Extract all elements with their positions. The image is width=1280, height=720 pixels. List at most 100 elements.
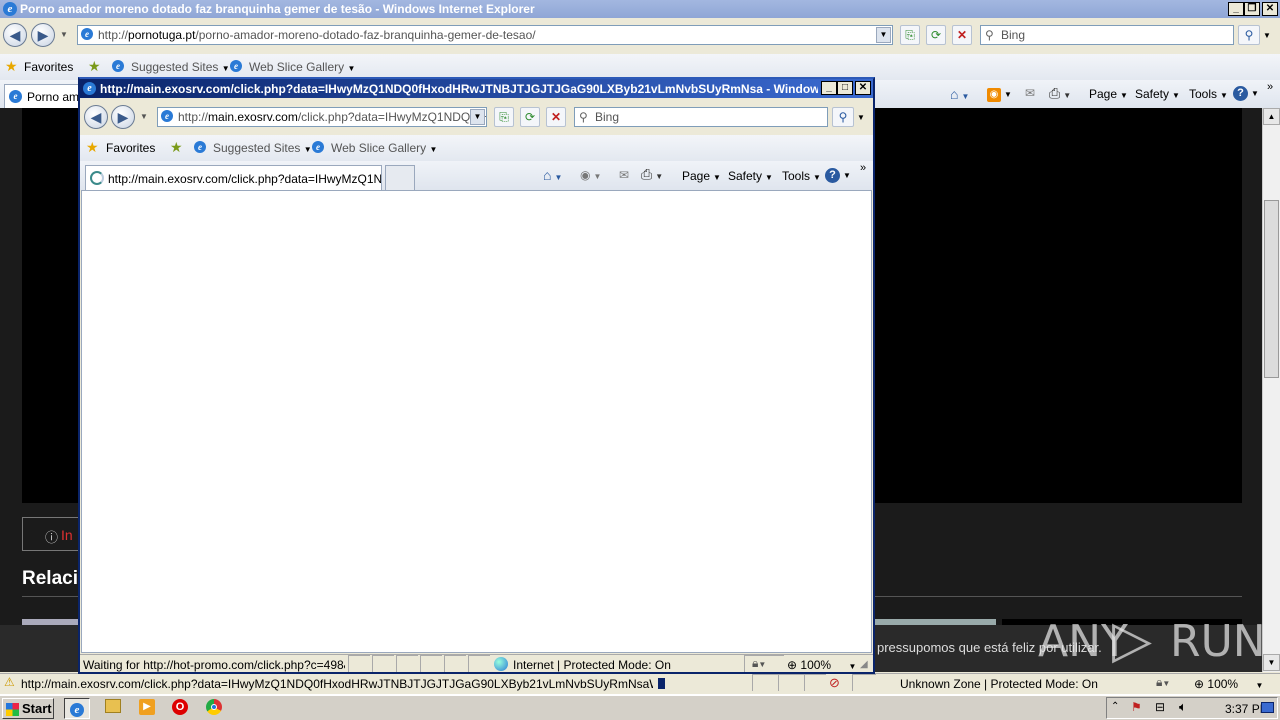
taskbar-ie-icon: e (70, 703, 84, 717)
main-status-bar: ⚠ http://main.exosrv.com/click.php?data=… (0, 673, 1280, 692)
web-slice-icon: e (230, 60, 242, 72)
popup-favorites-button[interactable]: Favorites (106, 141, 155, 155)
popup-print-icon[interactable]: ⎙ ▼ (641, 166, 663, 183)
popup-nav-dropdown-icon[interactable]: ▼ (140, 112, 148, 121)
search-dropdown-icon[interactable]: ▼ (1263, 31, 1271, 40)
restore-button[interactable]: ❐ (1244, 2, 1260, 16)
tray-flag-icon[interactable]: ⚑ (1131, 700, 1142, 714)
main-status-zone: Unknown Zone | Protected Mode: On (900, 677, 1098, 691)
tab-main[interactable]: e Porno ama (4, 84, 84, 108)
minimize-button[interactable]: _ (1228, 2, 1244, 16)
anyrun-watermark: ANY ▷ RUN (1038, 610, 1266, 670)
print-icon[interactable]: ⎙ ▼ (1049, 85, 1071, 102)
address-bar[interactable]: e http://pornotuga.pt/porno-amador-moren… (77, 25, 893, 45)
compatibility-icon[interactable]: ⎘ (900, 25, 920, 45)
help-icon[interactable]: ? ▼ (1233, 85, 1259, 101)
popup-title-bar[interactable]: e http://main.exosrv.com/click.php?data=… (80, 79, 873, 98)
vertical-scrollbar[interactable]: ▲ ▼ (1262, 108, 1280, 672)
show-desktop-icon[interactable] (1261, 702, 1274, 713)
popup-window: e http://main.exosrv.com/click.php?data=… (78, 77, 875, 674)
tools-menu[interactable]: Tools ▼ (1189, 87, 1228, 101)
forward-button[interactable]: ▶ (31, 23, 55, 47)
more-commands-icon[interactable]: » (1267, 81, 1273, 93)
safety-menu[interactable]: Safety ▼ (1135, 87, 1180, 101)
popup-search-dropdown-icon[interactable]: ▼ (857, 113, 865, 122)
home-icon[interactable]: ⌂ ▼ (950, 86, 969, 102)
popup-forward-button[interactable]: ▶ (111, 105, 135, 129)
nav-dropdown-icon[interactable]: ▼ (60, 30, 68, 39)
popup-suggested-sites-button[interactable]: Suggested Sites ▼ (213, 141, 312, 155)
web-slice-gallery-button[interactable]: Web Slice Gallery ▼ (249, 60, 355, 74)
popup-protected-mode-icon[interactable]: 🔒︎▼ (752, 656, 766, 671)
popup-stop-icon[interactable]: ✕ (546, 107, 566, 127)
favorites-button[interactable]: Favorites (24, 60, 73, 74)
scroll-thumb[interactable] (1264, 200, 1279, 378)
taskbar-ie-button[interactable]: e (64, 698, 90, 719)
suggested-sites-icon: e (112, 60, 124, 72)
stop-icon[interactable]: ✕ (952, 25, 972, 45)
loading-progress (658, 678, 665, 689)
search-button[interactable]: ⚲ (1238, 25, 1260, 45)
popup-page-menu[interactable]: Page ▼ (682, 169, 721, 183)
popup-compatibility-icon[interactable]: ⎘ (494, 107, 514, 127)
popup-refresh-icon[interactable]: ⟳ (520, 107, 540, 127)
popup-status-zone: Internet | Protected Mode: On (513, 658, 671, 672)
popup-search-button[interactable]: ⚲ (832, 107, 854, 127)
address-prefix: http:// (98, 28, 129, 42)
address-dropdown-icon[interactable]: ▼ (876, 27, 891, 43)
popup-search-input[interactable]: ⚲ Bing (574, 107, 828, 127)
warning-icon: ⚠ (4, 675, 15, 689)
popup-address-bar[interactable]: e http://main.exosrv.com/click.php?data=… (157, 107, 487, 127)
popup-new-tab-button[interactable] (385, 165, 415, 190)
popup-tab[interactable]: http://main.exosrv.com/click.php?data=IH… (85, 165, 382, 190)
feeds-icon[interactable]: ◉ ▼ (987, 86, 1012, 102)
watermark-play-icon: ▷ (1112, 610, 1152, 670)
info-label: In (61, 527, 73, 543)
popup-zoom-control[interactable]: ⊕ 100% ▼ (787, 658, 856, 672)
add-favorites-icon[interactable]: ★ (88, 58, 101, 75)
popup-close-button[interactable]: ✕ (855, 81, 871, 95)
popup-blocked-icon[interactable]: ⊘ (829, 675, 840, 691)
address-path: /porno-amador-moreno-dotado-faz-branquin… (195, 28, 536, 42)
folder-icon[interactable] (105, 699, 121, 713)
scroll-up-button[interactable]: ▲ (1263, 108, 1280, 125)
page-menu[interactable]: Page ▼ (1089, 87, 1128, 101)
tray-volume-icon[interactable]: 🔈︎ (1179, 699, 1187, 715)
popup-status-bar: Waiting for http://hot-promo.com/click.p… (80, 654, 873, 672)
back-button[interactable]: ◀ (3, 23, 27, 47)
refresh-icon[interactable]: ⟳ (926, 25, 946, 45)
tray-expand-icon[interactable]: ⌃ (1111, 701, 1119, 712)
popup-web-slice-gallery-button[interactable]: Web Slice Gallery ▼ (331, 141, 437, 155)
main-title-bar[interactable]: e Porno amador moreno dotado faz branqui… (0, 0, 1280, 18)
page-icon: e (81, 28, 93, 40)
taskbar: Start e ▶ O ⌃ ⚑ ⊟ 🔈︎ 3:37 PM (0, 694, 1280, 720)
popup-safety-menu[interactable]: Safety ▼ (728, 169, 773, 183)
popup-tools-menu[interactable]: Tools ▼ (782, 169, 821, 183)
tray-network-icon[interactable]: ⊟ (1155, 700, 1165, 714)
popup-add-favorites-icon[interactable]: ★ (170, 139, 183, 156)
zoom-control[interactable]: ⊕ 100% ▼ (1194, 677, 1263, 691)
popup-feeds-icon[interactable]: ◉ ▼ (580, 168, 601, 182)
opera-icon[interactable]: O (172, 699, 188, 715)
main-status-url: http://main.exosrv.com/click.php?data=IH… (21, 677, 653, 691)
popup-minimize-button[interactable]: _ (821, 81, 837, 95)
popup-help-icon[interactable]: ? ▼ (825, 167, 851, 183)
mail-icon[interactable]: ✉ (1025, 86, 1035, 100)
search-input[interactable]: ⚲ Bing (980, 25, 1234, 45)
close-button[interactable]: ✕ (1262, 2, 1278, 16)
popup-maximize-button[interactable]: □ (837, 81, 853, 95)
related-heading: Relaci (22, 568, 78, 589)
popup-address-dropdown-icon[interactable]: ▼ (470, 109, 485, 125)
search-provider-icon: ⚲ (985, 28, 994, 42)
protected-mode-icon[interactable]: 🔒︎▼ (1156, 675, 1170, 690)
popup-home-icon[interactable]: ⌂ ▼ (543, 167, 562, 183)
media-player-icon[interactable]: ▶ (139, 699, 155, 715)
popup-mail-icon[interactable]: ✉ (619, 168, 629, 182)
popup-back-button[interactable]: ◀ (84, 105, 108, 129)
info-icon: ⓘ (45, 530, 59, 545)
popup-resize-grip-icon[interactable]: ◢ (860, 659, 868, 670)
start-button[interactable]: Start (2, 698, 54, 719)
suggested-sites-button[interactable]: Suggested Sites ▼ (131, 60, 230, 74)
main-window-title: Porno amador moreno dotado faz branquinh… (20, 2, 535, 16)
popup-more-commands-icon[interactable]: » (860, 162, 866, 174)
